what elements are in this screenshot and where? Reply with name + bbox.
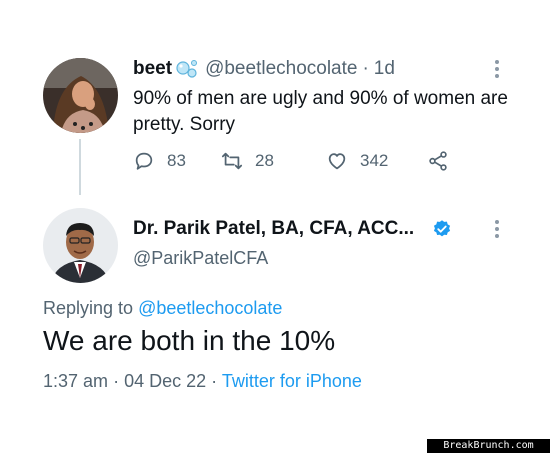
meta-separator: · xyxy=(113,371,120,391)
tweet1-text: 90% of men are ugly and 90% of women are… xyxy=(133,88,508,135)
replying-prefix: Replying to xyxy=(43,298,134,318)
share-button[interactable] xyxy=(427,150,461,172)
tweet1-header: beet @beetlechocolate · 1d xyxy=(133,58,395,80)
more-options-icon[interactable] xyxy=(487,58,507,80)
retweet-button[interactable]: 28 xyxy=(221,150,274,172)
tweet1-timestamp[interactable]: 1d xyxy=(374,58,395,80)
watermark: BreakBrunch.com xyxy=(427,439,550,453)
like-icon xyxy=(328,153,346,170)
like-button[interactable]: 342 xyxy=(326,150,388,172)
more-options-icon[interactable] xyxy=(487,218,507,240)
retweet-count: 28 xyxy=(255,151,274,170)
thread-connector-line xyxy=(79,139,81,195)
reply-icon xyxy=(135,152,153,170)
tweet1-separator: · xyxy=(362,58,369,79)
tweet2-text: We are both in the 10% xyxy=(43,325,336,356)
like-count: 342 xyxy=(360,151,389,170)
reply-button[interactable]: 83 xyxy=(133,150,186,172)
tweet1-author-name[interactable]: beet xyxy=(133,58,172,80)
meta-separator: · xyxy=(211,371,218,391)
replying-to-line: Replying to @beetlechocolate xyxy=(43,298,282,319)
tweet2-handle[interactable]: @ParikPatelCFA xyxy=(133,248,268,269)
avatar-beetlechocolate[interactable] xyxy=(43,58,118,133)
tweet1-action-bar: 83 28 342 xyxy=(133,150,463,174)
replying-mention-link[interactable]: @beetlechocolate xyxy=(138,298,282,318)
bubbles-emoji-icon xyxy=(173,58,201,80)
retweet-icon xyxy=(221,152,243,170)
avatar-parikpatelcfa[interactable] xyxy=(43,208,118,283)
tweet2-author-row: Dr. Parik Patel, BA, CFA, ACC... xyxy=(133,218,452,240)
reply-count: 83 xyxy=(167,151,186,170)
tweet2-meta: 1:37 am · 04 Dec 22 · Twitter for iPhone xyxy=(43,371,362,392)
tweet2-source-link[interactable]: Twitter for iPhone xyxy=(222,371,362,391)
share-icon xyxy=(429,151,447,171)
verified-badge-icon xyxy=(434,220,451,237)
tweet2-author-name[interactable]: Dr. Parik Patel, BA, CFA, ACC... xyxy=(133,218,414,240)
tweet2-date[interactable]: 04 Dec 22 xyxy=(124,371,206,391)
tweet1-handle[interactable]: @beetlechocolate xyxy=(205,58,357,80)
tweet2-time[interactable]: 1:37 am xyxy=(43,371,108,391)
